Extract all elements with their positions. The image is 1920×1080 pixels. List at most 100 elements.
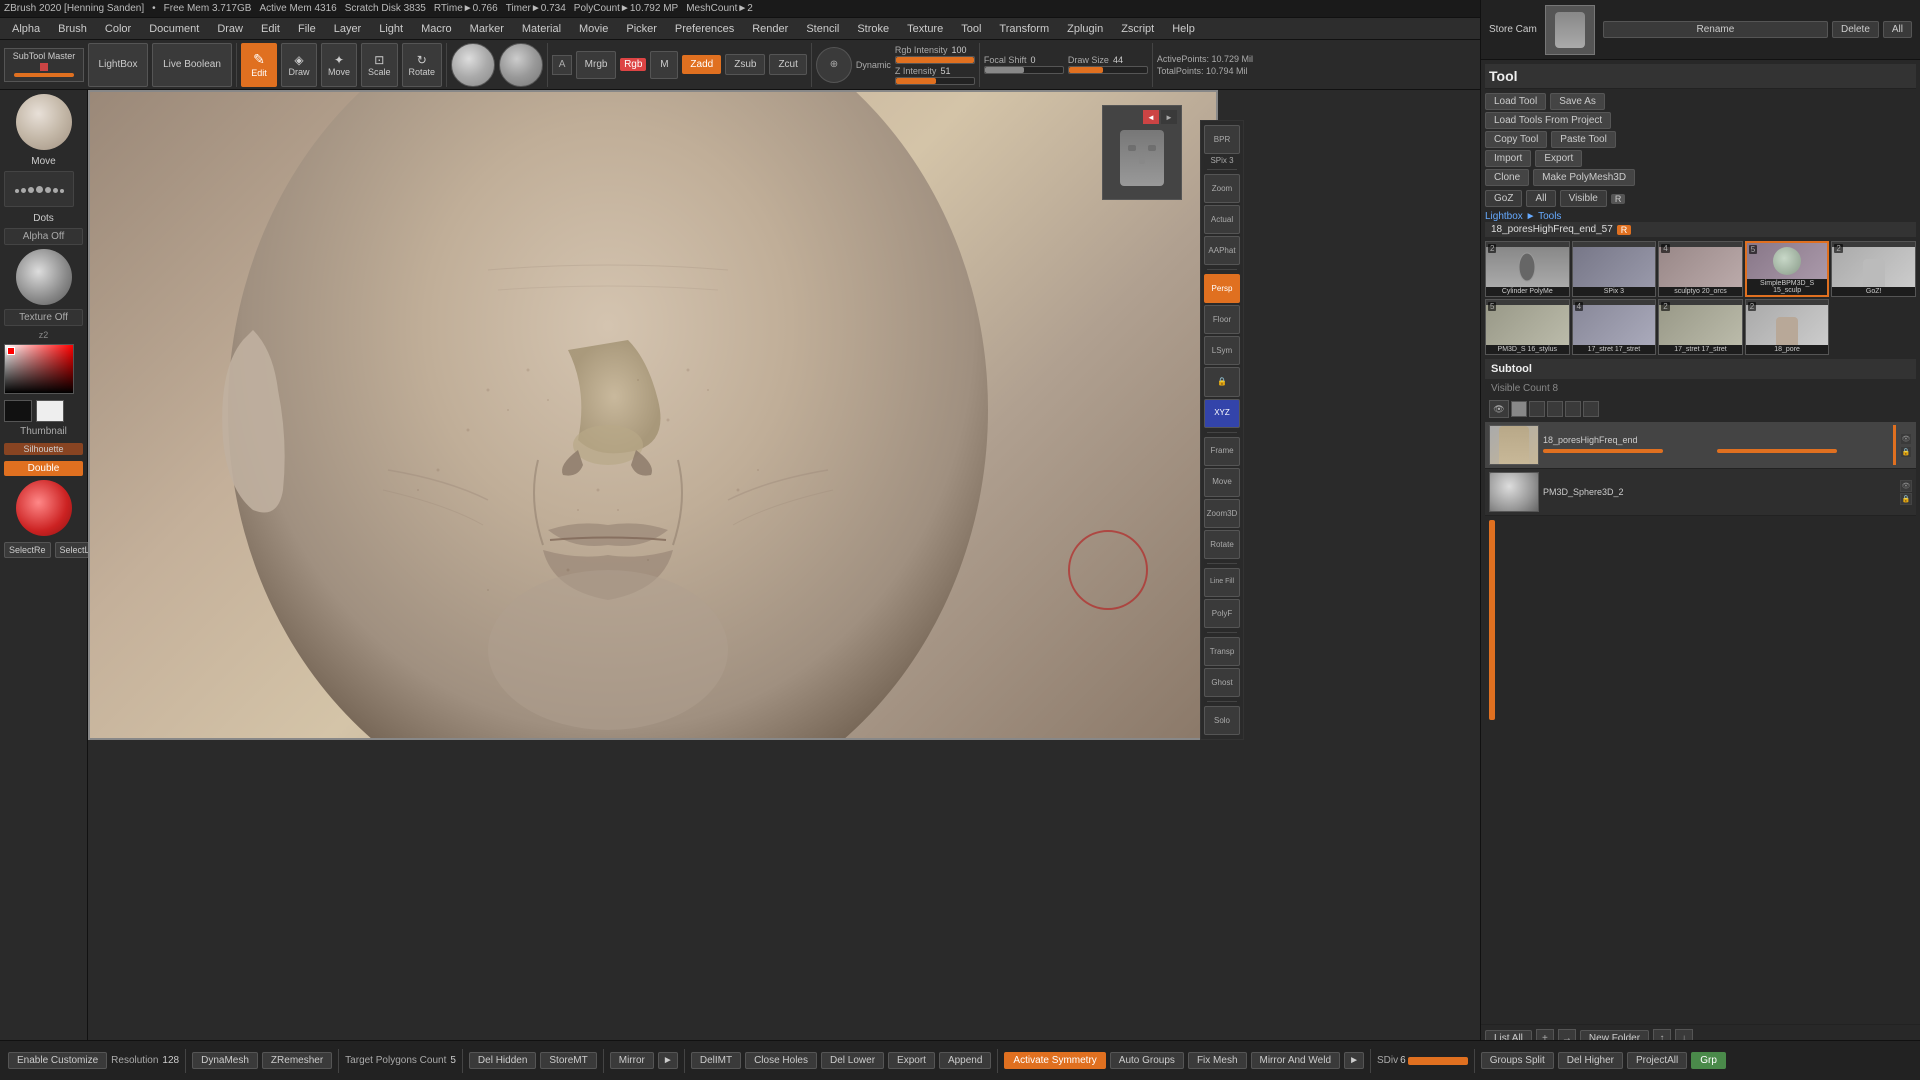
zsub-button[interactable]: Zsub xyxy=(725,54,765,75)
export-button[interactable]: Export xyxy=(1535,150,1582,167)
mirror-and-weld-button[interactable]: Mirror And Weld xyxy=(1251,1052,1341,1069)
lightbox-button[interactable]: LightBox xyxy=(88,43,148,87)
texture-sphere[interactable] xyxy=(16,249,72,305)
store-mt-button[interactable]: StoreMT xyxy=(540,1052,596,1069)
subtool-ctrl-check5[interactable] xyxy=(1583,401,1599,417)
brush-icon[interactable] xyxy=(16,94,72,150)
rotate-button[interactable]: ↻ Rotate xyxy=(402,43,443,87)
edit-button[interactable]: ✎ Edit xyxy=(241,43,277,87)
activate-symmetry-button[interactable]: Activate Symmetry xyxy=(1004,1052,1105,1069)
live-boolean-button[interactable]: Live Boolean xyxy=(152,43,232,87)
enable-customize-button[interactable]: Enable Customize xyxy=(8,1052,107,1069)
menu-item-zplugin[interactable]: Zplugin xyxy=(1059,21,1111,37)
frame-button[interactable]: Frame xyxy=(1204,437,1240,466)
del-imt-button[interactable]: DelIMT xyxy=(691,1052,741,1069)
lock-button[interactable]: 🔒 xyxy=(1204,367,1240,396)
menu-item-edit[interactable]: Edit xyxy=(253,21,288,37)
scale-button[interactable]: ⊡ Scale xyxy=(361,43,398,87)
sdiv-slider[interactable] xyxy=(1408,1057,1468,1065)
linefill-button[interactable]: Line Fill xyxy=(1204,568,1240,597)
menu-item-material[interactable]: Material xyxy=(514,21,569,37)
draw-size-slider[interactable] xyxy=(1068,66,1148,74)
menu-item-stroke[interactable]: Stroke xyxy=(849,21,897,37)
tool-thumb-pore[interactable]: 2 18_pore xyxy=(1745,299,1830,355)
load-tools-from-project-button[interactable]: Load Tools From Project xyxy=(1485,112,1611,129)
a-toggle[interactable]: A xyxy=(552,55,572,75)
menu-item-alpha[interactable]: Alpha xyxy=(4,21,48,37)
white-swatch[interactable] xyxy=(36,400,64,422)
fix-mesh-button[interactable]: Fix Mesh xyxy=(1188,1052,1247,1069)
persp-button[interactable]: Persp xyxy=(1204,274,1240,303)
solo-button[interactable]: Solo xyxy=(1204,706,1240,735)
menu-item-help[interactable]: Help xyxy=(1164,21,1203,37)
bpr-button[interactable]: BPR xyxy=(1204,125,1240,154)
export-btn-bottom[interactable]: Export xyxy=(888,1052,935,1069)
menu-item-zscript[interactable]: Zscript xyxy=(1113,21,1162,37)
menu-item-layer[interactable]: Layer xyxy=(326,21,370,37)
menu-item-brush[interactable]: Brush xyxy=(50,21,95,37)
stroke-preview[interactable] xyxy=(4,171,74,207)
subtool-ctrl-eye[interactable]: 👁 xyxy=(1489,400,1509,418)
subtool-ctrl-check3[interactable] xyxy=(1547,401,1563,417)
tool-thumb-stret1[interactable]: 4 17_stret 17_stret xyxy=(1572,299,1657,355)
menu-item-macro[interactable]: Macro xyxy=(413,21,460,37)
goz-button[interactable]: GoZ xyxy=(1485,190,1522,207)
menu-item-texture[interactable]: Texture xyxy=(899,21,951,37)
subtool-ctrl-check2[interactable] xyxy=(1529,401,1545,417)
menu-item-picker[interactable]: Picker xyxy=(618,21,665,37)
zremesher-button[interactable]: ZRemesher xyxy=(262,1052,332,1069)
menu-item-tool[interactable]: Tool xyxy=(953,21,989,37)
tool-thumb-spix[interactable]: SPix 3 xyxy=(1572,241,1657,297)
import-button[interactable]: Import xyxy=(1485,150,1531,167)
subtool-ctrl-check1[interactable] xyxy=(1511,401,1527,417)
xyz-button[interactable]: XYZ xyxy=(1204,399,1240,428)
move3d-button[interactable]: Move xyxy=(1204,468,1240,497)
del-hidden-button[interactable]: Del Hidden xyxy=(469,1052,536,1069)
draw-button[interactable]: ◈ Draw xyxy=(281,43,317,87)
all-button[interactable]: All xyxy=(1883,21,1912,38)
mini-nav[interactable]: ◄ ► xyxy=(1102,105,1182,200)
move-button[interactable]: ✦ Move xyxy=(321,43,357,87)
menu-item-transform[interactable]: Transform xyxy=(991,21,1057,37)
nav-arrow-right[interactable]: ► xyxy=(1161,110,1177,124)
polyf-button[interactable]: PolyF xyxy=(1204,599,1240,628)
del-lower-button[interactable]: Del Lower xyxy=(821,1052,884,1069)
menu-item-render[interactable]: Render xyxy=(744,21,796,37)
dynamesh-button[interactable]: DynaMesh xyxy=(192,1052,258,1069)
nav-arrow-left[interactable]: ◄ xyxy=(1143,110,1159,124)
copy-tool-button[interactable]: Copy Tool xyxy=(1485,131,1547,148)
project-all-button[interactable]: ProjectAll xyxy=(1627,1052,1687,1069)
dynamic-icon[interactable]: ⊕ xyxy=(816,47,852,83)
delete-button[interactable]: Delete xyxy=(1832,21,1879,38)
material-sphere[interactable] xyxy=(16,480,72,536)
alpha-off-button[interactable]: Alpha Off xyxy=(4,228,83,245)
subtool-lock-icon[interactable]: 🔒 xyxy=(1900,446,1912,458)
menu-item-stencil[interactable]: Stencil xyxy=(798,21,847,37)
grp-button[interactable]: Grp xyxy=(1691,1052,1726,1069)
canvas-area[interactable] xyxy=(88,90,1218,740)
auto-groups-button[interactable]: Auto Groups xyxy=(1110,1052,1184,1069)
subtool-lock-icon2[interactable]: 🔒 xyxy=(1900,493,1912,505)
save-as-button[interactable]: Save As xyxy=(1550,93,1605,110)
menu-item-draw[interactable]: Draw xyxy=(209,21,251,37)
tool-thumb-pm3d2[interactable]: 5 PM3D_S 16_stylus xyxy=(1485,299,1570,355)
z-intensity-slider[interactable] xyxy=(895,77,975,85)
selectre-button[interactable]: SelectRe xyxy=(4,542,51,558)
menu-item-document[interactable]: Document xyxy=(141,21,207,37)
tool-thumb-stret2[interactable]: 2 17_stret 17_stret xyxy=(1658,299,1743,355)
menu-item-movie[interactable]: Movie xyxy=(571,21,616,37)
menu-item-light[interactable]: Light xyxy=(371,21,411,37)
clone-button[interactable]: Clone xyxy=(1485,169,1529,186)
transp-button[interactable]: Transp xyxy=(1204,637,1240,666)
double-button[interactable]: Double xyxy=(4,461,83,476)
tool-thumb-sculp[interactable]: 4 sculptyo 20_orcs xyxy=(1658,241,1743,297)
focal-shift-slider[interactable] xyxy=(984,66,1064,74)
make-polymesh3d-button[interactable]: Make PolyMesh3D xyxy=(1533,169,1635,186)
color-picker[interactable] xyxy=(4,344,74,394)
aaphat-button[interactable]: AAPhat xyxy=(1204,236,1240,265)
menu-item-color[interactable]: Color xyxy=(97,21,139,37)
floor-button[interactable]: Floor xyxy=(1204,305,1240,334)
lsym-button[interactable]: LSym xyxy=(1204,336,1240,365)
menu-item-preferences[interactable]: Preferences xyxy=(667,21,742,37)
mrgb-button[interactable]: Mrgb xyxy=(576,51,616,79)
